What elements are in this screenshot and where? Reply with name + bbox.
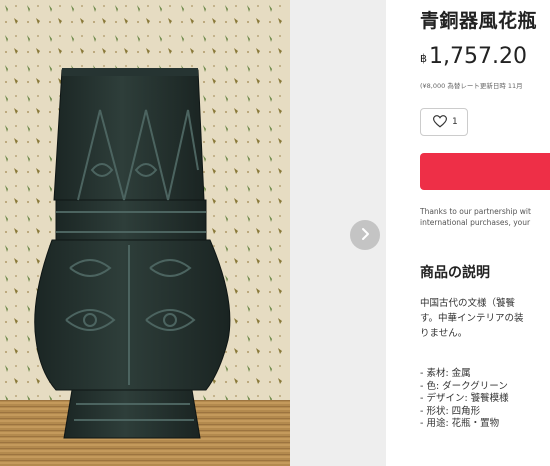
product-info: 青銅器風花瓶 ฿1,757.20 (¥8,000 為替レート更新日時 11月 1… [420, 0, 550, 466]
spec-list: - 素材: 金属 - 色: ダークグリーン - デザイン: 饕餮模様 - 形状:… [420, 368, 509, 431]
description-line: 中国古代の文様（饕餮 [420, 298, 516, 309]
spec-item: - デザイン: 饕餮模様 [420, 393, 509, 404]
product-photo[interactable] [0, 0, 290, 466]
partner-note-line: Thanks to our partnership wit [420, 207, 531, 216]
price: ฿1,757.20 [420, 44, 527, 69]
description-heading: 商品の説明 [420, 265, 490, 281]
spec-item: - 形状: 四角形 [420, 405, 481, 417]
bronze-vase-photo [0, 0, 290, 466]
description-line: す。中華インテリアの装 [420, 313, 524, 324]
listing-page: 青銅器風花瓶 ฿1,757.20 (¥8,000 為替レート更新日時 11月 1… [0, 0, 550, 466]
spec-item: - 素材: 金属 [420, 368, 471, 379]
image-gallery [0, 0, 386, 466]
spec-item: - 用途: 花瓶・置物 [420, 418, 500, 429]
heart-icon [432, 113, 448, 132]
like-button[interactable]: 1 [420, 108, 468, 136]
description-body: 中国古代の文様（饕餮 す。中華インテリアの装 りません。 [420, 296, 524, 341]
price-value: 1,757.20 [429, 44, 527, 69]
buy-button[interactable] [420, 153, 550, 190]
chevron-right-icon [359, 226, 371, 245]
spec-item: - 色: ダークグリーン [420, 380, 508, 392]
partner-note-line: international purchases, your [420, 218, 531, 227]
description-line: りません。 [420, 328, 468, 339]
currency-symbol: ฿ [420, 52, 427, 65]
jpy-conversion-note: (¥8,000 為替レート更新日時 11月 [420, 82, 523, 90]
product-title: 青銅器風花瓶 [420, 10, 538, 32]
partner-note: Thanks to our partnership wit internatio… [420, 206, 531, 228]
next-image-button[interactable] [350, 220, 380, 250]
like-count: 1 [452, 117, 458, 127]
